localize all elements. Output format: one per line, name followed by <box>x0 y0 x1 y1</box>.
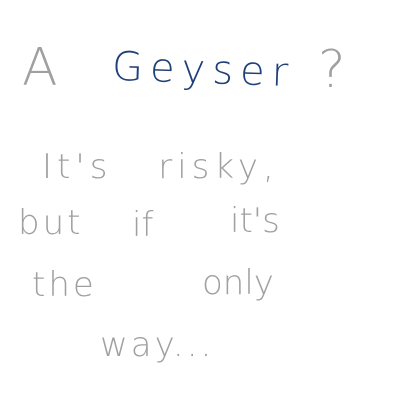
title-question-mark: ? <box>318 40 346 100</box>
note-line-1: It's risky, <box>42 147 279 187</box>
note-line-2-word-its: it's <box>230 201 280 241</box>
note-line-3-word-the: the <box>32 265 97 305</box>
title-letter-a: A <box>22 38 58 98</box>
note-line-3-word-only: only <box>202 263 274 303</box>
handwritten-note: A Geyser ? It's risky, but if it's the o… <box>0 0 400 400</box>
note-line-4: way... <box>100 325 215 365</box>
note-line-2-word-but: but <box>18 203 84 243</box>
title-word-geyser: Geyser <box>111 43 296 97</box>
note-line-2-word-if: if <box>132 205 154 245</box>
